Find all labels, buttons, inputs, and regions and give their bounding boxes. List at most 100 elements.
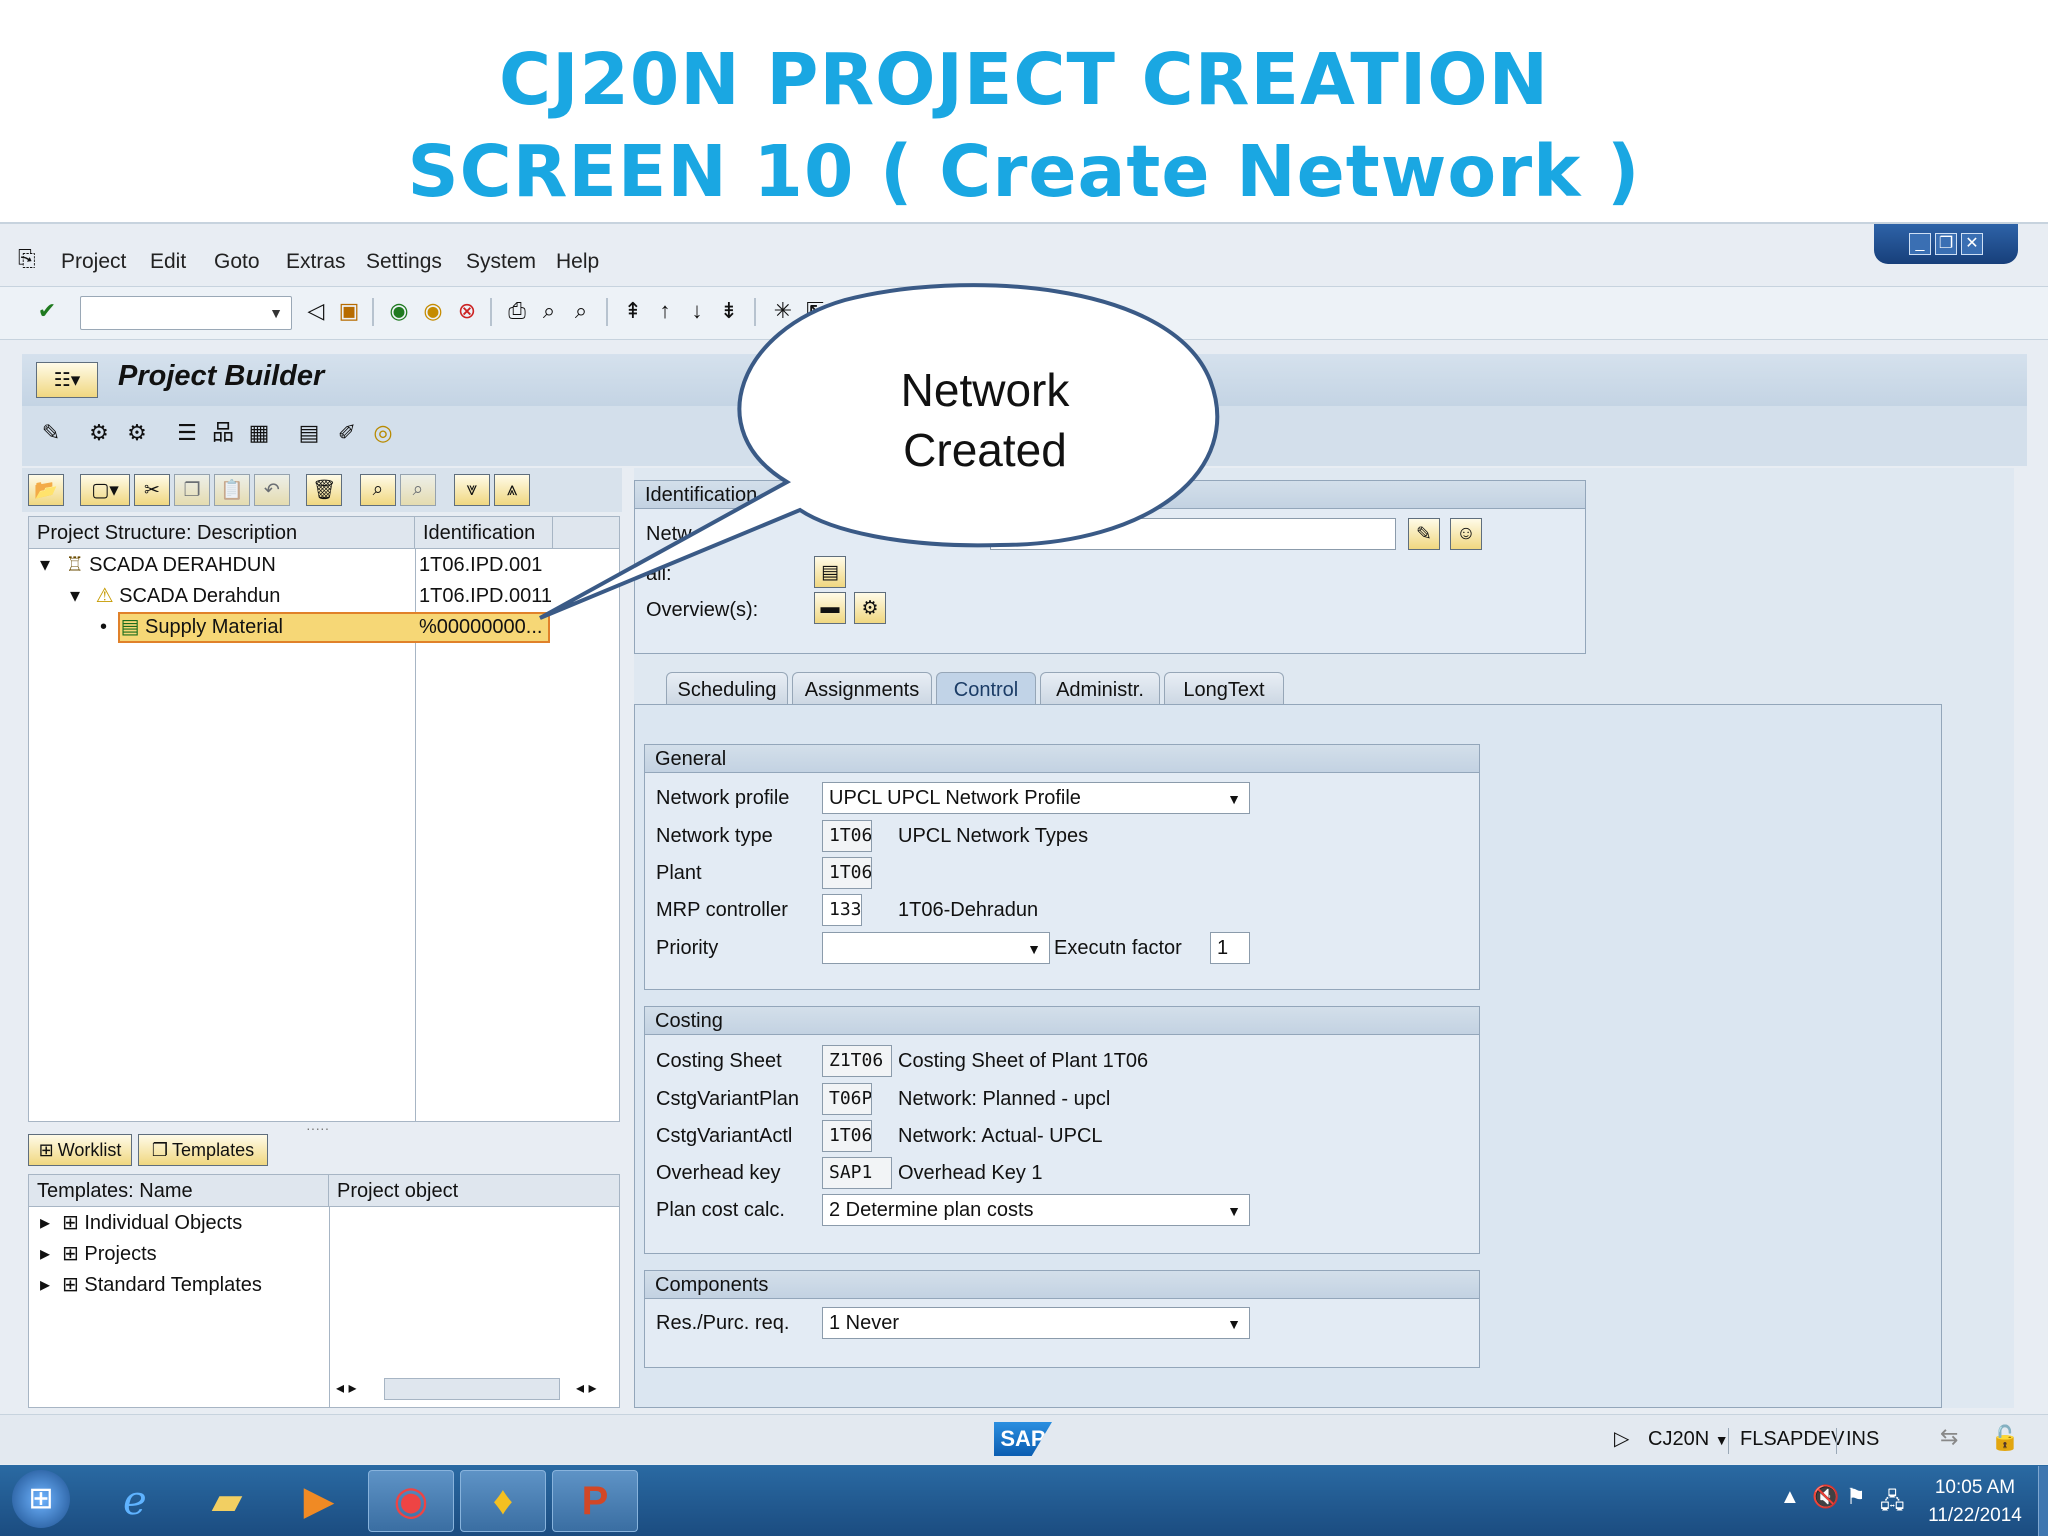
exit-icon[interactable]: ◉ bbox=[420, 298, 446, 324]
save-icon[interactable]: ▣ bbox=[336, 298, 362, 324]
find-icon[interactable]: ⌕ bbox=[536, 298, 562, 324]
menu-extras[interactable]: Extras bbox=[286, 250, 346, 274]
menu-project[interactable]: Project bbox=[61, 250, 126, 274]
executn-factor-field[interactable]: 1 bbox=[1210, 932, 1250, 964]
copy-icon[interactable]: ❐ bbox=[174, 474, 210, 506]
network-profile-select[interactable]: UPCL UPCL Network Profile ▼ bbox=[822, 782, 1250, 814]
powerpoint-icon[interactable]: P bbox=[552, 1470, 638, 1532]
templates-tab[interactable]: ❐ Templates bbox=[138, 1134, 268, 1166]
menu-edit[interactable]: Edit bbox=[150, 250, 186, 274]
status-expand-icon[interactable]: ▷ bbox=[1614, 1426, 1629, 1451]
print-icon[interactable]: ⎙ bbox=[504, 298, 530, 324]
scroll-left-right-icon[interactable]: ◂ ▸ bbox=[576, 1378, 597, 1398]
expand-arrow-icon[interactable]: ▾ bbox=[70, 585, 80, 607]
priority-select[interactable]: ▼ bbox=[822, 932, 1050, 964]
expand-arrow-icon[interactable]: ▸ bbox=[40, 1212, 50, 1234]
cstg-variant-actl-field[interactable]: 1T06 bbox=[822, 1120, 872, 1152]
chrome-icon[interactable]: ◉ bbox=[368, 1470, 454, 1532]
project-planning-board-icon[interactable]: ▦ bbox=[246, 420, 272, 446]
undo-icon[interactable]: ↶ bbox=[254, 474, 290, 506]
first-page-icon[interactable]: ⇞ bbox=[620, 298, 646, 324]
volume-muted-icon[interactable]: 🔇 bbox=[1812, 1484, 1839, 1510]
sap-logon-icon[interactable]: ♦ bbox=[460, 1470, 546, 1532]
ie-icon[interactable]: ℯ bbox=[92, 1470, 178, 1532]
lock-icon[interactable]: 🔓 bbox=[1990, 1424, 2020, 1453]
network-description-field[interactable]: erial bbox=[990, 518, 1396, 550]
network-tray-icon[interactable]: 🖧 bbox=[1880, 1484, 1905, 1522]
plan-cost-calc-select[interactable]: 2 Determine plan costs ▼ bbox=[822, 1194, 1250, 1226]
tree-header-description[interactable]: Project Structure: Description bbox=[29, 517, 415, 549]
cut-icon[interactable]: ✂ bbox=[134, 474, 170, 506]
explorer-icon[interactable]: ▰ bbox=[184, 1470, 270, 1532]
edit-icon[interactable]: ✐ bbox=[334, 420, 360, 446]
open-icon[interactable]: ⚙ bbox=[86, 420, 112, 446]
horizontal-scrollbar[interactable] bbox=[384, 1378, 560, 1400]
res-purc-req-select[interactable]: 1 Never ▼ bbox=[822, 1307, 1250, 1339]
services-menu-icon[interactable]: ☷▾ bbox=[36, 362, 98, 398]
other-object-icon[interactable]: ⚙ bbox=[124, 420, 150, 446]
list-item[interactable]: ▸ ⊞ Individual Objects bbox=[40, 1208, 242, 1239]
last-page-icon[interactable]: ⇟ bbox=[716, 298, 742, 324]
prev-page-icon[interactable]: ↑ bbox=[652, 298, 678, 324]
command-field[interactable]: ▼ bbox=[80, 296, 292, 330]
detail-icon[interactable]: ▤ bbox=[814, 556, 846, 588]
status-mode[interactable]: INS bbox=[1846, 1428, 1879, 1451]
new-session-icon[interactable]: ✳ bbox=[770, 298, 796, 324]
shortcut-icon[interactable]: ⇱ bbox=[802, 298, 828, 324]
network-type-field[interactable]: 1T06 bbox=[822, 820, 872, 852]
splitter-handle[interactable]: ····· bbox=[306, 1120, 329, 1136]
collapse-icon[interactable]: ⩓ bbox=[494, 474, 530, 506]
close-icon[interactable]: ✕ bbox=[1961, 233, 1983, 255]
mrp-controller-field[interactable]: 133 bbox=[822, 894, 862, 926]
costing-sheet-field[interactable]: Z1T06 bbox=[822, 1045, 892, 1077]
minimize-icon[interactable]: _ bbox=[1909, 233, 1931, 255]
list-item[interactable]: ▸ ⊞ Standard Templates bbox=[40, 1270, 262, 1301]
find-next-icon[interactable]: ⌕ bbox=[568, 298, 594, 324]
tree-header-identification[interactable]: Identification bbox=[415, 517, 553, 549]
menu-goto[interactable]: Goto bbox=[214, 250, 260, 274]
list-item[interactable]: ▸ ⊞ Projects bbox=[40, 1239, 157, 1270]
expand-arrow-icon[interactable]: ▾ bbox=[40, 554, 50, 576]
menu-help[interactable]: Help bbox=[556, 250, 599, 274]
tab-longtext[interactable]: LongText bbox=[1164, 672, 1284, 706]
enter-icon[interactable]: ✔ bbox=[34, 298, 60, 324]
tree-row[interactable]: • ▤ Supply Material bbox=[100, 612, 283, 643]
open-folder-icon[interactable]: 📂 bbox=[28, 474, 64, 506]
start-button[interactable]: ⊞ bbox=[12, 1470, 70, 1528]
delete-icon[interactable]: 🗑 bbox=[306, 474, 342, 506]
restore-icon[interactable]: ❐ bbox=[1935, 233, 1957, 255]
tab-control[interactable]: Control bbox=[936, 672, 1036, 706]
overview-components-icon[interactable]: ⚙ bbox=[854, 592, 886, 624]
find-tree-icon[interactable]: ⌕ bbox=[360, 474, 396, 506]
menu-system[interactable]: System bbox=[466, 250, 536, 274]
templates-header-object[interactable]: Project object bbox=[329, 1175, 619, 1207]
status-icon[interactable]: ◎ bbox=[370, 420, 396, 446]
tree-row[interactable]: ▾ ♖ SCADA DERAHDUN bbox=[40, 550, 276, 581]
tab-administr[interactable]: Administr. bbox=[1040, 672, 1160, 706]
menu-icon[interactable]: ⎘ bbox=[18, 246, 36, 272]
expand-icon[interactable]: ⩔ bbox=[454, 474, 490, 506]
media-player-icon[interactable]: ▶ bbox=[276, 1470, 362, 1532]
clock[interactable]: 10:05 AM 11/22/2014 bbox=[1920, 1474, 2030, 1530]
status-tcode[interactable]: CJ20N ▼ bbox=[1648, 1428, 1729, 1451]
tab-scheduling[interactable]: Scheduling bbox=[666, 672, 788, 706]
paste-icon[interactable]: 📋 bbox=[214, 474, 250, 506]
scroll-left-right-icon[interactable]: ◂ ▸ bbox=[336, 1378, 357, 1398]
cstg-variant-plan-field[interactable]: T06P bbox=[822, 1083, 872, 1115]
worklist-tab[interactable]: ⊞ Worklist bbox=[28, 1134, 132, 1166]
back-icon[interactable]: ◉ bbox=[386, 298, 412, 324]
show-hidden-icons[interactable]: ▲ bbox=[1780, 1486, 1800, 1509]
menu-settings[interactable]: Settings bbox=[366, 250, 442, 274]
overhead-key-field[interactable]: SAP1 bbox=[822, 1157, 892, 1189]
expand-arrow-icon[interactable]: ▸ bbox=[40, 1274, 50, 1296]
overview-activities-icon[interactable]: ▬ bbox=[814, 592, 846, 624]
find-next-tree-icon[interactable]: ⌕ bbox=[400, 474, 436, 506]
show-desktop-button[interactable] bbox=[2038, 1466, 2048, 1536]
schedule-icon[interactable]: ▤ bbox=[296, 420, 322, 446]
change-icon[interactable]: ✎ bbox=[1408, 518, 1440, 550]
cancel-icon[interactable]: ⊗ bbox=[454, 298, 480, 324]
next-page-icon[interactable]: ↓ bbox=[684, 298, 710, 324]
create-icon[interactable]: ▢▾ bbox=[80, 474, 130, 506]
person-icon[interactable]: ☺ bbox=[1450, 518, 1482, 550]
change-display-icon[interactable]: ✎ bbox=[38, 420, 64, 446]
